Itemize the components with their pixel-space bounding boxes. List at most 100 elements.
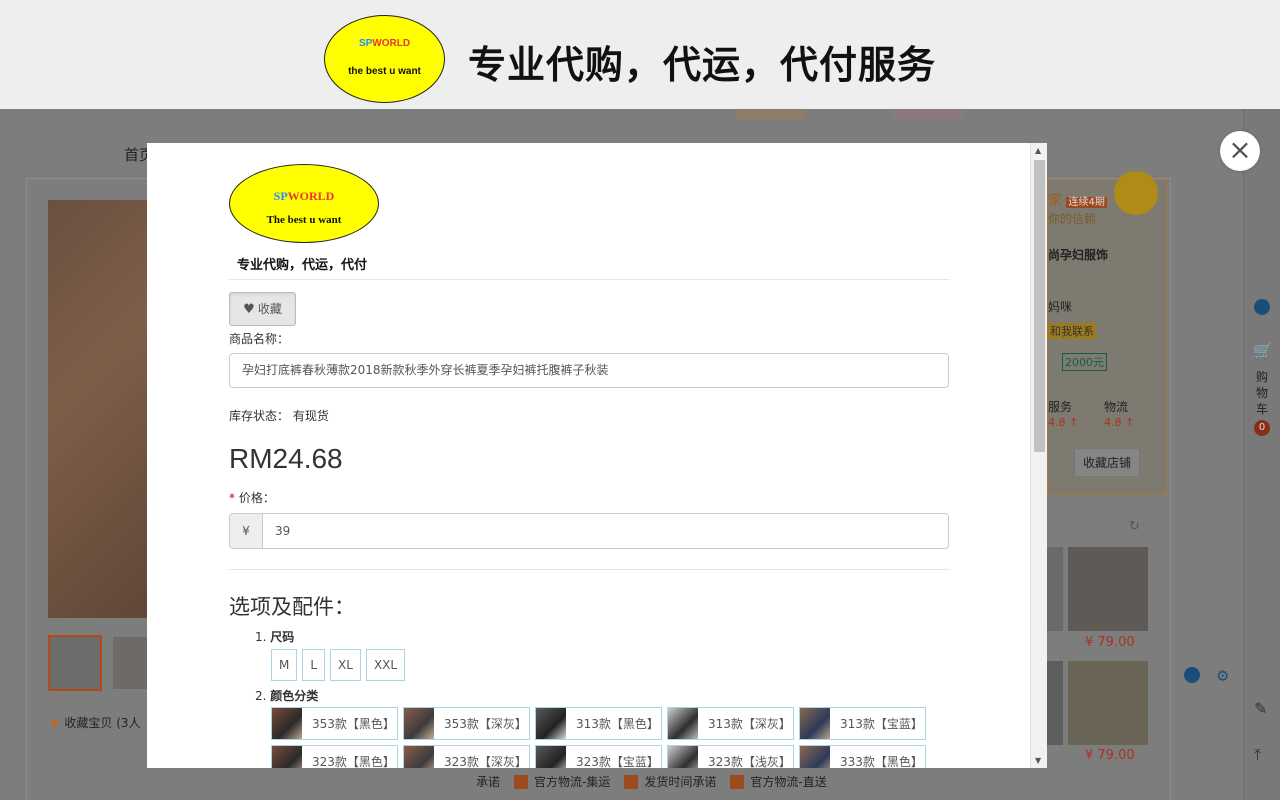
color-option-label: 323款【浅灰】 — [708, 755, 791, 768]
product-modal: SPWORLD The best u want 专业代购，代运，代付 ♥ 收藏 商… — [147, 143, 1047, 768]
color-option[interactable]: 333款【黑色】 — [799, 745, 926, 768]
modal-logo-world: WORLD — [287, 189, 335, 203]
size-section-title: 1. 尺码 — [255, 628, 294, 645]
stock-label: 库存状态： — [229, 409, 290, 423]
heart-icon: ♥ — [243, 302, 255, 317]
modal-logo-sp: SP — [273, 189, 288, 203]
gold-medal-icon — [1114, 171, 1158, 215]
color-option[interactable]: 353款【深灰】 — [403, 707, 530, 740]
color-section-title: 2. 颜色分类 — [255, 687, 318, 704]
bg-shop-deposit: 2000元 — [1062, 353, 1107, 371]
bg-product-price: ¥ 79.00 — [1085, 635, 1135, 650]
color-option-label: 353款【深灰】 — [444, 717, 527, 731]
color-option[interactable]: 353款【黑色】 — [271, 707, 398, 740]
size-option-l[interactable]: L — [302, 649, 326, 681]
scroll-up-icon[interactable]: ▲ — [1035, 146, 1041, 155]
right-sidebar: 🛒 购物车 0 ✎ ⤒ — [1243, 109, 1280, 800]
bg-shop-name: 尚孕妇服饰 — [1048, 248, 1109, 262]
bg-footer: 承诺 官方物流-集运 发货时间承诺 官方物流-直送 — [476, 773, 827, 790]
color-option[interactable]: 313款【宝蓝】 — [799, 707, 926, 740]
bg-follow-shop-button: 收藏店铺 — [1074, 448, 1141, 477]
product-name-label: 商品名称： — [229, 332, 290, 346]
bg-favorite-link: ★ 收藏宝贝 (3人 — [48, 714, 141, 731]
currency-addon: ¥ — [230, 514, 263, 548]
section-index: 1. — [255, 630, 267, 644]
color-section-label: 颜色分类 — [270, 689, 319, 703]
scrollbar-thumb[interactable] — [1034, 160, 1045, 452]
color-option[interactable]: 323款【黑色】 — [271, 745, 398, 768]
required-mark: * — [229, 491, 235, 505]
bg-shop-trust: 你的信赖 — [1048, 212, 1097, 226]
size-option-xxl[interactable]: XXL — [365, 649, 406, 681]
cart-count-badge: 0 — [1254, 420, 1270, 436]
banner-logo: SPWORLD the best u want — [324, 15, 445, 103]
banner-title: 专业代购，代运，代付服务 — [468, 43, 937, 87]
bg-shop-logistics-label: 物流 — [1104, 400, 1129, 414]
color-option[interactable]: 313款【深灰】 — [667, 707, 794, 740]
product-name-input[interactable]: 孕妇打底裤春秋薄款2018新款秋季外穿长裤夏季孕妇裤托腹裤子秋装 — [229, 353, 949, 388]
logistics-icon — [514, 774, 529, 789]
close-icon: × — [1228, 133, 1252, 166]
modal-tagline: 专业代购，代运，代付 — [237, 258, 368, 273]
color-option-label: 323款【宝蓝】 — [576, 755, 659, 768]
modal-logo: SPWORLD The best u want — [229, 164, 379, 243]
options-title: 选项及配件： — [229, 595, 355, 619]
bg-shop-card: 家 连续4期 你的信赖 尚孕妇服饰 妈咪 和我联系 2000元 服务 物流 4.… — [1047, 179, 1167, 495]
bg-product-image — [736, 109, 806, 119]
avatar-icon — [1254, 299, 1270, 315]
pencil-icon: ✎ — [1254, 699, 1268, 718]
color-option-label: 323款【黑色】 — [312, 755, 395, 768]
color-swatch — [272, 708, 302, 739]
modal-scrollbar[interactable]: ▲ ▼ — [1030, 143, 1047, 768]
section-index: 2. — [255, 689, 267, 703]
bg-shop-service-label: 服务 — [1048, 400, 1073, 414]
bg-product-image — [1047, 547, 1063, 631]
close-modal-button[interactable]: × — [1220, 131, 1260, 171]
price-input[interactable]: 39 — [263, 514, 948, 548]
scroll-down-icon[interactable]: ▼ — [1035, 756, 1041, 765]
color-option-label: 313款【宝蓝】 — [840, 717, 923, 731]
logistics-icon — [730, 774, 745, 789]
color-option[interactable]: 323款【宝蓝】 — [535, 745, 662, 768]
size-option-m[interactable]: M — [271, 649, 298, 681]
price-input-group: ¥ 39 — [229, 513, 949, 549]
divider — [229, 279, 949, 280]
size-option-xl[interactable]: XL — [330, 649, 361, 681]
bg-footer-item: 承诺 — [476, 775, 501, 789]
stock-value: 有现货 — [292, 409, 329, 423]
price-label: * 价格： — [229, 489, 275, 506]
color-swatch — [404, 746, 434, 768]
bg-shop-logistics-score: 4.8 ↑ — [1104, 416, 1135, 429]
color-option[interactable]: 313款【黑色】 — [535, 707, 662, 740]
bg-product-price: ¥ 79.00 — [1085, 748, 1135, 763]
price-label-text: 价格： — [238, 491, 275, 505]
color-option-label: 333款【黑色】 — [840, 755, 923, 768]
stock-status: 库存状态： 有现货 — [229, 407, 329, 424]
color-swatch — [272, 746, 302, 768]
color-option-label: 313款【深灰】 — [708, 717, 791, 731]
color-options: 353款【黑色】 353款【深灰】 313款【黑色】 313款【深灰】 313款… — [271, 707, 951, 768]
star-icon: ★ — [48, 715, 61, 731]
bg-product-image — [1047, 661, 1063, 745]
bg-product-image — [1068, 547, 1148, 631]
bg-shop-person: 妈咪 — [1048, 300, 1073, 314]
service-icon — [1184, 667, 1200, 683]
color-option-label: 323款【深灰】 — [444, 755, 527, 768]
banner-logo-world: WORLD — [372, 38, 411, 49]
color-swatch — [800, 708, 830, 739]
color-swatch — [536, 746, 566, 768]
bg-shop-service-score: 4.8 ↑ — [1048, 416, 1079, 429]
favorite-button[interactable]: ♥ 收藏 — [229, 292, 296, 326]
color-option[interactable]: 323款【浅灰】 — [667, 745, 794, 768]
size-section-label: 尺码 — [270, 630, 295, 644]
cart-icon: 🛒 — [1253, 341, 1273, 360]
calendar-icon — [624, 774, 639, 789]
color-option[interactable]: 323款【深灰】 — [403, 745, 530, 768]
color-swatch — [800, 746, 830, 768]
bg-footer-item: 发货时间承诺 — [644, 775, 717, 789]
bg-footer-item: 官方物流-集运 — [534, 775, 611, 789]
bg-thumbnail — [113, 637, 149, 689]
bg-product-image — [893, 109, 963, 119]
size-options: M L XL XXL — [271, 649, 406, 681]
refresh-icon: ↻ — [1129, 519, 1140, 534]
